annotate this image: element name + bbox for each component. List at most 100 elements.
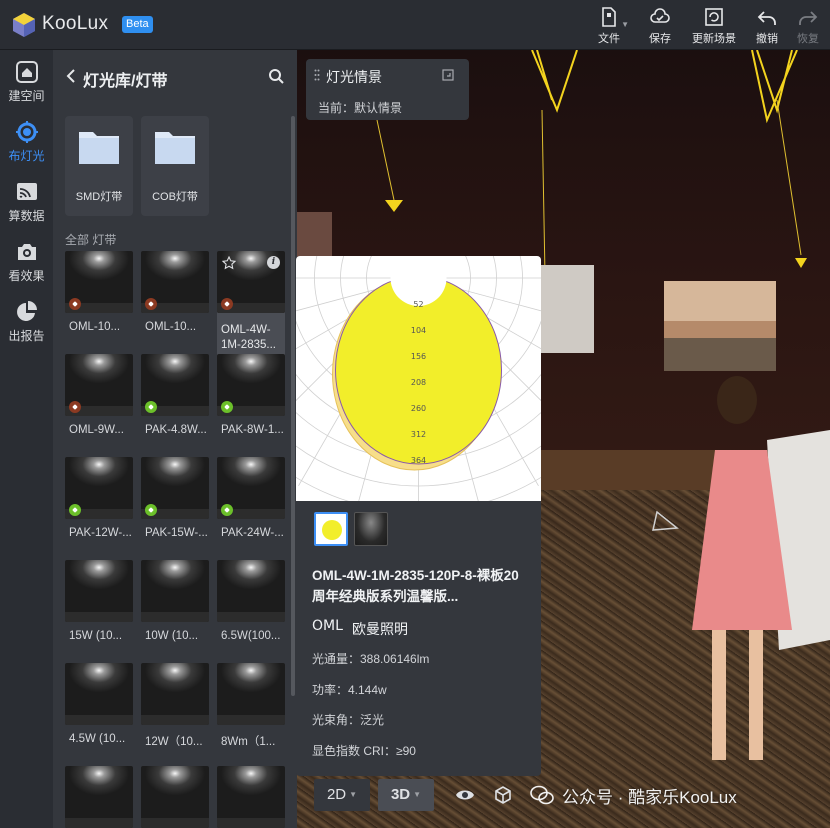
light-item-name: 8Wm（1... — [221, 736, 276, 748]
panel-title: 灯光库/灯带 — [83, 73, 168, 90]
beta-badge: Beta — [122, 16, 153, 33]
light-thumbnail — [65, 560, 133, 622]
light-item-tile[interactable]: PAK-24W-... — [217, 457, 285, 539]
light-item-name: 12W（10... — [145, 736, 203, 748]
rail-item-build-space[interactable]: 建空间 — [0, 50, 53, 110]
rail-item-view-effect[interactable]: 看效果 — [0, 230, 53, 290]
light-thumbnail — [141, 560, 209, 622]
rail-label: 算数据 — [8, 209, 45, 223]
view-3d-button[interactable]: 3D ▼ — [378, 779, 434, 811]
polar-view-thumbnail[interactable] — [314, 512, 348, 546]
light-item-name: 6.5W(100... — [221, 630, 281, 642]
tag-icon — [69, 298, 81, 310]
visibility-button[interactable] — [450, 779, 480, 811]
search-icon[interactable] — [268, 68, 284, 84]
top-bar: KooLux Beta 文件 ▼ 保存 更新场景 撤销 恢复 — [0, 0, 830, 50]
app-name: KooLux — [42, 13, 109, 34]
light-thumbnail — [141, 663, 209, 725]
cube-view-button[interactable] — [488, 779, 518, 811]
light-thumbnail — [217, 766, 285, 828]
light-thumbnail — [217, 663, 285, 725]
eye-icon — [456, 790, 474, 800]
light-item-tile[interactable]: PAK-4.8W... — [141, 354, 209, 436]
light-item-tile[interactable]: PAK-12W-... — [65, 457, 133, 539]
folder-cob[interactable]: COB灯带 — [141, 116, 209, 216]
rail-item-calculate-data[interactable]: 算数据 — [0, 170, 53, 230]
rail-item-place-lights[interactable]: 布灯光 — [0, 110, 53, 170]
chevron-left-icon[interactable] — [65, 69, 77, 83]
light-thumbnail — [217, 560, 285, 622]
file-icon — [602, 7, 616, 27]
panel-header: 灯光库/灯带 — [53, 50, 297, 102]
expand-icon[interactable] — [442, 69, 454, 81]
view-2d-button[interactable]: 2D ▼ — [314, 779, 370, 811]
light-item-tile[interactable] — [141, 766, 209, 828]
render-view-thumbnail[interactable] — [354, 512, 388, 546]
file-menu-button[interactable]: 文件 ▼ — [585, 6, 633, 46]
light-item-tile[interactable]: 10W (10... — [141, 560, 209, 642]
light-item-name: PAK-12W-... — [69, 527, 132, 539]
light-thumbnail — [141, 766, 209, 828]
tag-icon — [145, 401, 157, 413]
tag-icon — [69, 504, 81, 516]
brand-name: 欧曼照明 — [352, 621, 408, 637]
chevron-down-icon: ▼ — [413, 790, 422, 800]
polar-chart-svg: 52 104 156 208 260 312 364 — [296, 256, 541, 501]
view-2d-label: 2D — [326, 786, 347, 803]
scene-panel-title: 灯光情景 — [326, 69, 382, 85]
light-item-tile[interactable] — [217, 766, 285, 828]
update-scene-label: 更新场景 — [692, 33, 736, 45]
rail-item-report[interactable]: 出报告 — [0, 290, 53, 350]
light-item-tile[interactable]: PAK-8W-1... — [217, 354, 285, 436]
cloud-check-icon — [650, 8, 670, 23]
light-item-tile[interactable]: PAK-15W-... — [141, 457, 209, 539]
light-item-tile[interactable]: OML-9W... — [65, 354, 133, 436]
light-item-tile[interactable]: 6.5W(100... — [217, 560, 285, 642]
info-icon[interactable]: i — [267, 256, 280, 269]
product-detail-popover: 52 104 156 208 260 312 364 OML-4W-1M-2835-120P… — [296, 256, 541, 776]
light-item-tile[interactable]: 8Wm（1... — [217, 663, 285, 748]
light-item-tile[interactable]: OML-10... — [141, 251, 209, 333]
watermark-text: 公众号 · 酷家乐KooLux — [562, 788, 737, 807]
polar-dot — [322, 520, 342, 540]
polar-tick-label: 208 — [411, 378, 426, 387]
brand-logo: OML — [312, 618, 343, 634]
camera-icon — [17, 244, 36, 260]
light-item-name: 15W (10... — [69, 630, 123, 642]
current-scene: 当前：默认情景 — [318, 99, 402, 116]
polar-tick-label: 312 — [411, 430, 426, 439]
folder-smd[interactable]: SMD灯带 — [65, 116, 133, 216]
folder-label: COB灯带 — [152, 191, 198, 203]
redo-button[interactable]: 恢复 — [784, 6, 830, 46]
home-icon — [15, 61, 38, 83]
drag-handle-icon[interactable] — [314, 69, 320, 81]
light-item-tile[interactable]: i OML-4W-1M-2835... — [217, 251, 285, 363]
undo-icon — [757, 11, 776, 25]
chevron-down-icon: ▼ — [621, 20, 629, 29]
light-library-panel: 灯光库/灯带 SMD灯带 COB灯带 全部 灯带 OML-10... OML-10… — [53, 50, 297, 828]
light-item-name: PAK-24W-... — [221, 527, 284, 539]
file-label: 文件 — [598, 33, 620, 45]
light-item-tile[interactable]: 4.5W (10... — [65, 663, 133, 745]
lighting-scene-panel: 灯光情景 当前：默认情景 — [306, 59, 469, 120]
redo-icon — [799, 11, 818, 25]
rail-label: 看效果 — [8, 269, 45, 283]
current-value[interactable]: 默认情景 — [354, 101, 402, 115]
light-item-tile[interactable]: OML-10... — [65, 251, 133, 333]
left-nav-rail: 建空间 布灯光 算数据 看效果 出报告 — [0, 50, 53, 828]
polar-tick-label: 364 — [411, 456, 426, 465]
star-icon[interactable] — [222, 256, 236, 270]
current-label: 当前： — [318, 101, 355, 115]
folder-icon — [79, 132, 119, 164]
update-scene-button[interactable]: 更新场景 — [689, 6, 739, 46]
chevron-down-icon: ▼ — [349, 790, 358, 800]
save-label: 保存 — [649, 33, 671, 45]
light-item-tile[interactable]: 12W（10... — [141, 663, 209, 748]
light-item-tile[interactable]: 15W (10... — [65, 560, 133, 642]
save-button[interactable]: 保存 — [636, 6, 684, 46]
light-item-tile[interactable] — [65, 766, 133, 828]
tag-icon — [221, 401, 233, 413]
panel-scrollbar[interactable] — [291, 116, 295, 696]
tag-icon — [145, 298, 157, 310]
spec-flux: 光通量：388.06146lm — [312, 652, 430, 666]
